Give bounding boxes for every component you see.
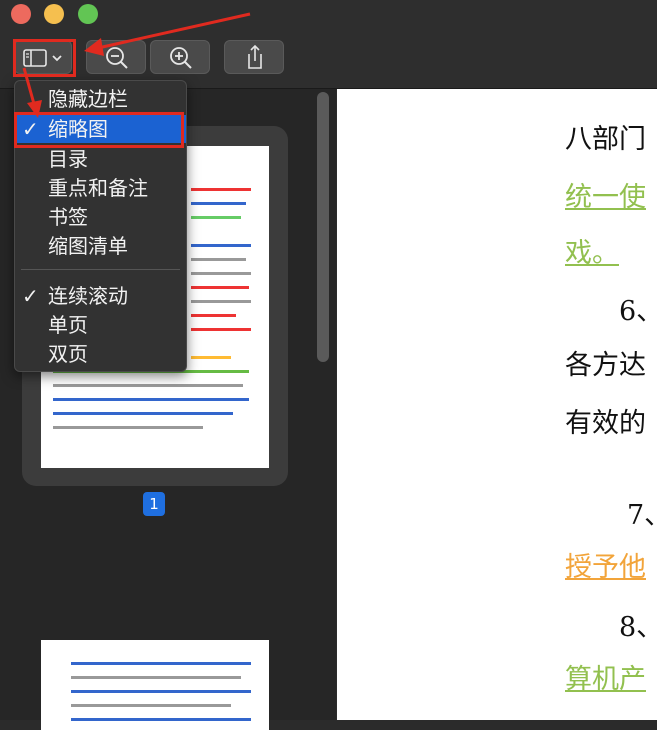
menu-item-contact-sheet[interactable]: 缩图清单 xyxy=(15,232,186,260)
menu-item-label: 连续滚动 xyxy=(48,284,128,308)
thumb-text-line xyxy=(53,384,243,387)
menu-item-label: 重点和备注 xyxy=(48,176,148,200)
doc-line: 戏。 xyxy=(565,238,619,269)
checkmark-icon: ✓ xyxy=(22,284,39,308)
thumb-text-line xyxy=(71,690,251,693)
doc-line: 八部门 xyxy=(565,124,646,155)
share-button[interactable] xyxy=(224,40,284,74)
thumb-text-line xyxy=(191,356,231,359)
menu-item-hide-sidebar[interactable]: 隐藏边栏 xyxy=(15,85,186,113)
menu-item-label: 双页 xyxy=(48,342,88,366)
title-bar xyxy=(0,0,657,89)
doc-line: 8、 xyxy=(619,612,657,643)
menu-item-table-of-contents[interactable]: 目录 xyxy=(15,145,186,173)
annotation-box-sidebar-button xyxy=(13,39,76,77)
thumb-text-line xyxy=(53,412,233,415)
thumb-text-line xyxy=(191,272,251,275)
menu-item-label: 隐藏边栏 xyxy=(48,87,128,111)
doc-line: 统一使 xyxy=(565,182,646,213)
maximize-window-button[interactable] xyxy=(78,4,98,24)
zoom-in-button[interactable] xyxy=(150,40,210,74)
menu-item-continuous-scroll[interactable]: ✓ 连续滚动 xyxy=(15,282,186,310)
thumb-text-line xyxy=(191,314,236,317)
close-window-button[interactable] xyxy=(11,4,31,24)
doc-line: 有效的 xyxy=(565,408,646,439)
document-page: 八部门 统一使 戏。 6、 各方达 有效的 7、 授予他 8、 算机产 xyxy=(337,89,657,720)
page-thumbnail[interactable] xyxy=(41,640,269,730)
doc-line: 授予他 xyxy=(565,552,646,583)
sidebar-scrollbar[interactable] xyxy=(317,92,329,362)
doc-line: 各方达 xyxy=(565,350,646,381)
doc-line: 7、 xyxy=(627,500,657,531)
annotation-box-thumbnails xyxy=(14,112,184,148)
menu-item-highlights-notes[interactable]: 重点和备注 xyxy=(15,174,186,202)
page-number-badge: 1 xyxy=(143,492,165,516)
menu-item-single-page[interactable]: 单页 xyxy=(15,311,186,339)
share-icon xyxy=(248,44,262,69)
thumb-text-line xyxy=(71,662,251,665)
doc-line: 算机产 xyxy=(565,664,646,695)
thumb-text-line xyxy=(191,328,251,331)
menu-item-label: 目录 xyxy=(48,147,88,171)
thumb-text-line xyxy=(191,286,249,289)
doc-line: 6、 xyxy=(619,296,657,327)
minimize-window-button[interactable] xyxy=(44,4,64,24)
thumb-text-line xyxy=(191,258,246,261)
menu-item-label: 书签 xyxy=(48,205,88,229)
thumb-text-line xyxy=(53,426,203,429)
thumb-text-line xyxy=(191,202,246,205)
thumb-text-line xyxy=(71,704,231,707)
thumb-text-line xyxy=(71,676,241,679)
menu-item-two-pages[interactable]: 双页 xyxy=(15,340,186,368)
zoom-out-button[interactable] xyxy=(86,40,146,74)
thumb-text-line xyxy=(53,398,249,401)
thumb-text-line xyxy=(191,244,251,247)
thumb-text-line xyxy=(191,216,241,219)
menu-item-bookmarks[interactable]: 书签 xyxy=(15,203,186,231)
zoom-in-icon xyxy=(170,47,192,69)
menu-item-label: 单页 xyxy=(48,313,88,337)
menu-separator xyxy=(21,269,180,270)
zoom-out-icon xyxy=(106,47,128,69)
thumb-text-line xyxy=(191,300,251,303)
menu-item-label: 缩图清单 xyxy=(48,234,128,258)
thumb-text-line xyxy=(191,188,251,191)
